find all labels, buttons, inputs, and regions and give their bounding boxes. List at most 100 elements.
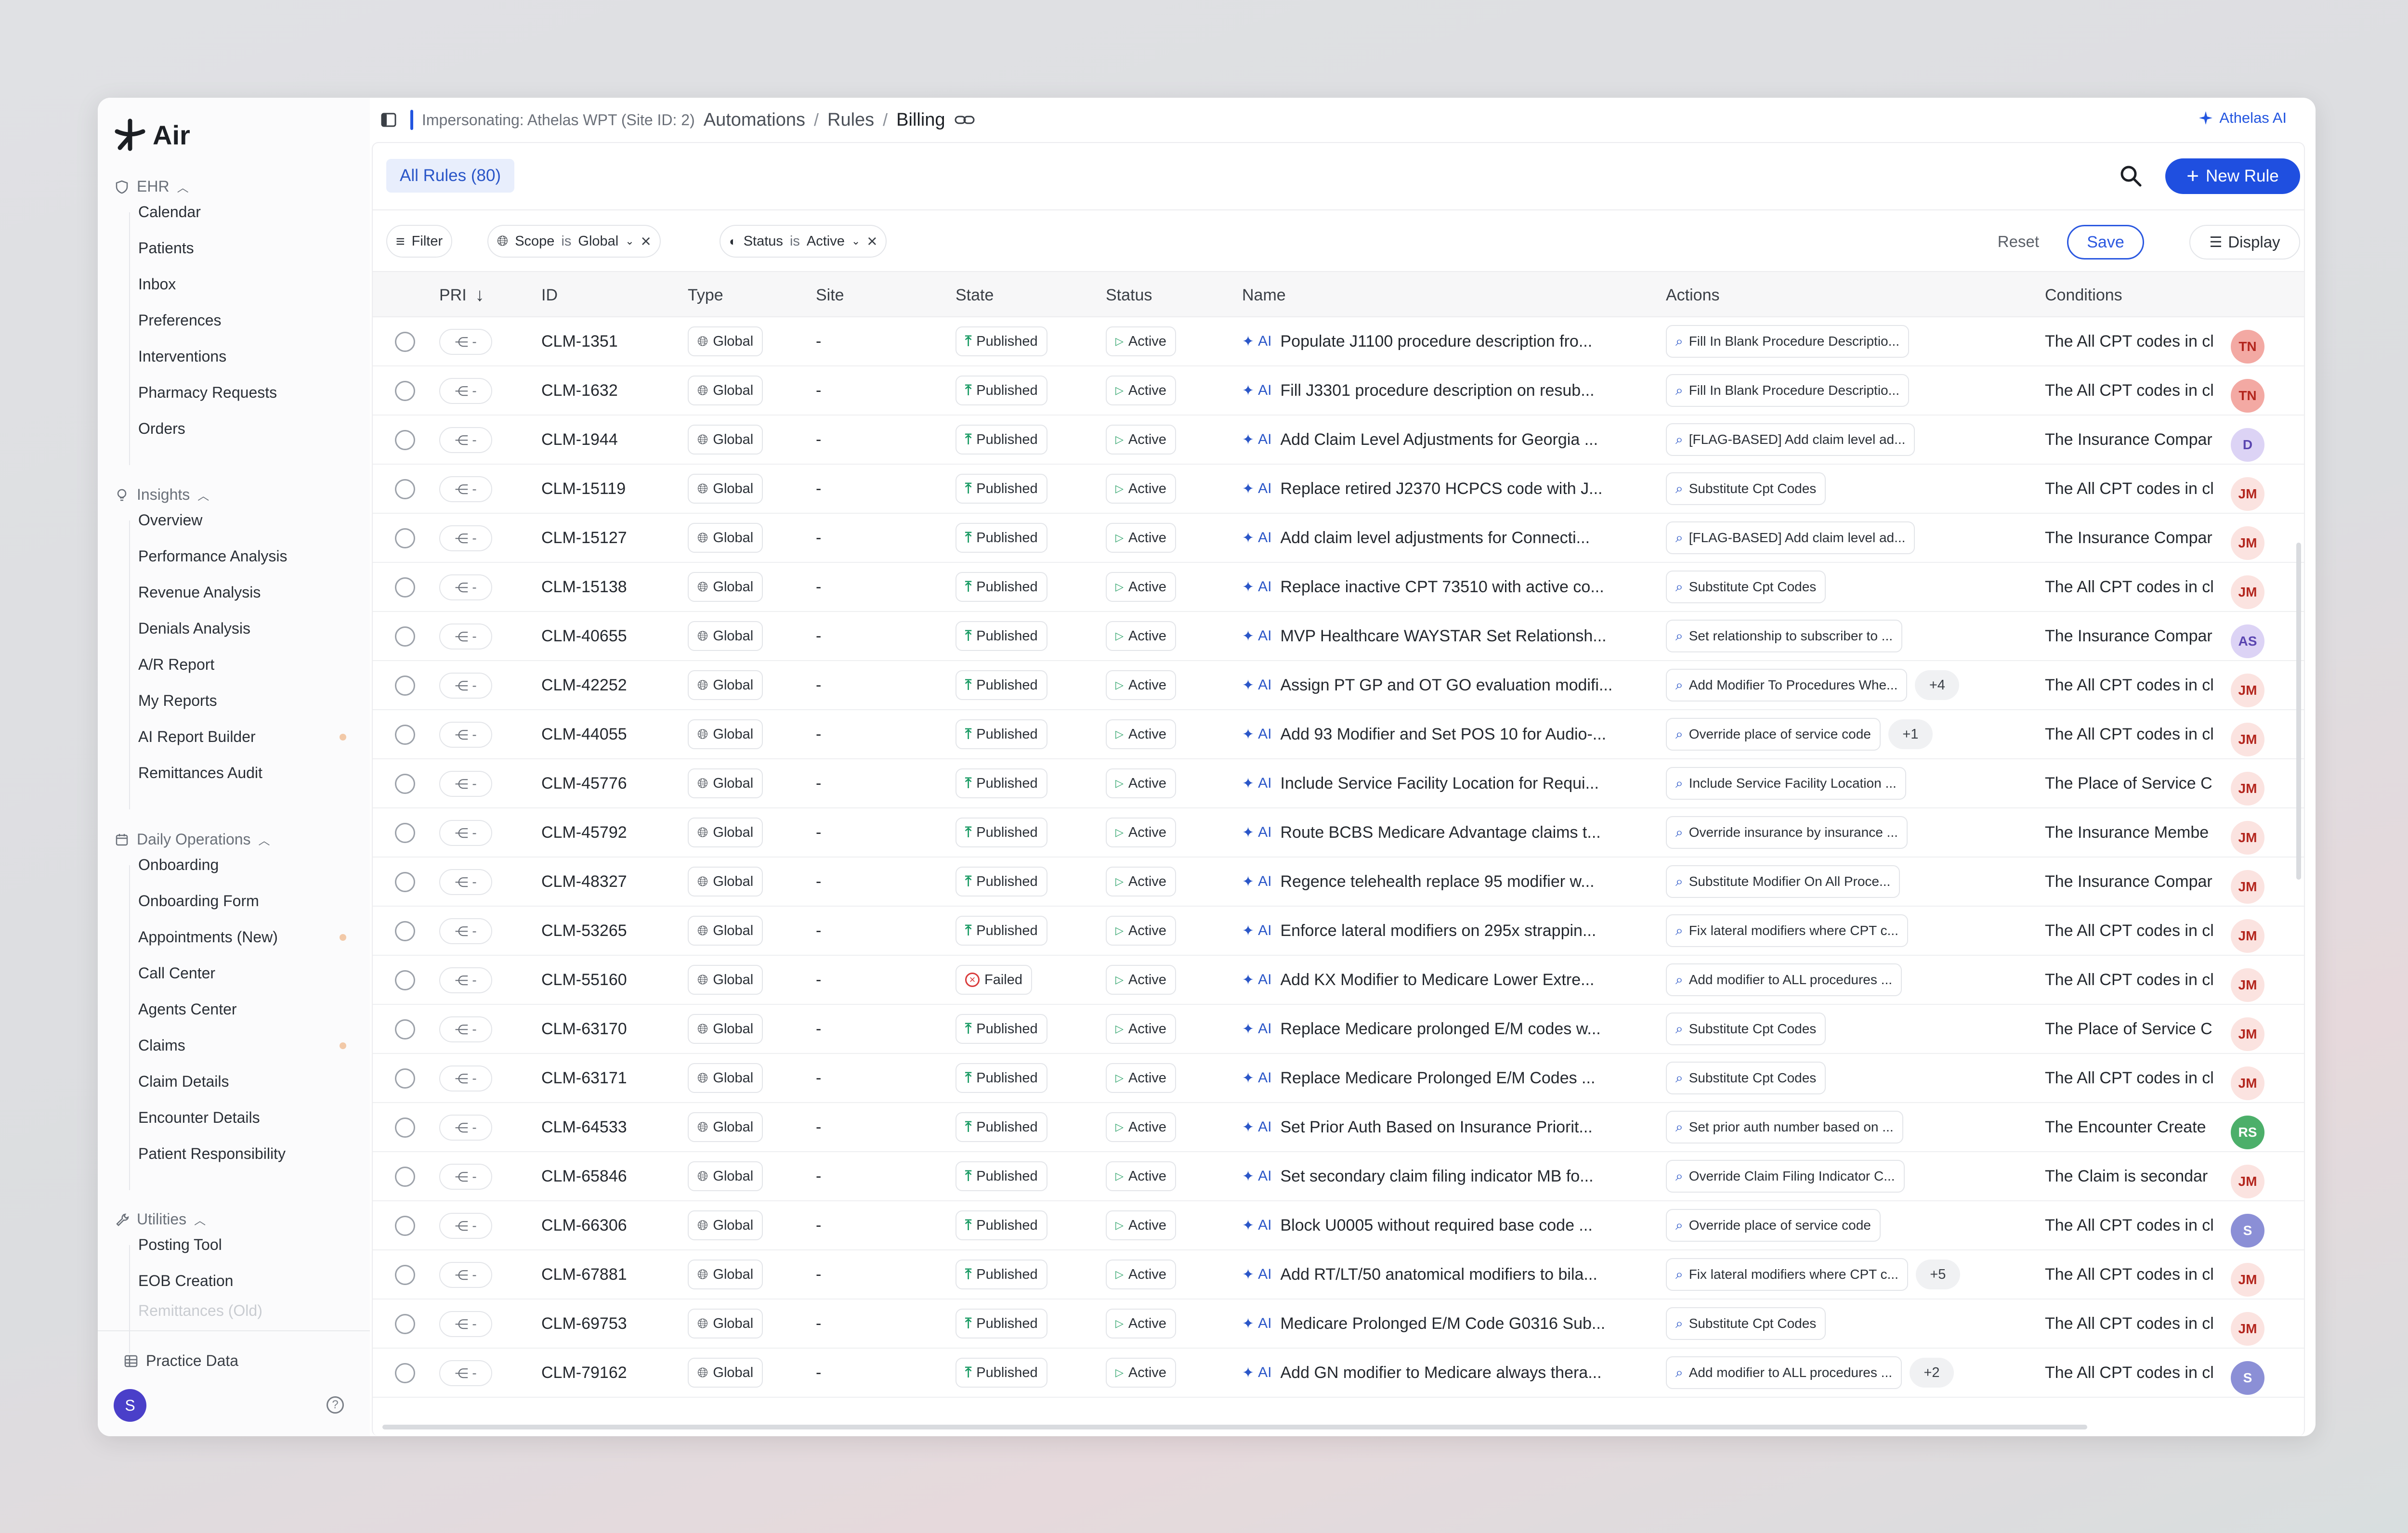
row-select-radio[interactable]	[395, 1216, 415, 1236]
owner-avatar[interactable]: JM	[2231, 575, 2264, 609]
row-select-radio[interactable]	[395, 479, 415, 499]
table-row[interactable]: ⋲ - CLM-69753 🌐︎ Global - ⤒ Published ▷ Active ✦ AI…	[373, 1299, 2304, 1349]
new-rule-button[interactable]: + New Rule	[2165, 158, 2300, 194]
rule-id[interactable]: CLM-65846	[541, 1152, 627, 1200]
action-chip[interactable]: ⌕ Add Modifier To Procedures Whe...	[1666, 669, 1908, 702]
column-pri[interactable]: PRI ↓	[439, 272, 484, 318]
row-select-radio[interactable]	[395, 970, 415, 990]
help-icon[interactable]: ?	[327, 1396, 344, 1414]
rule-name-cell[interactable]: ✦ AI Medicare Prolonged E/M Code G0316 Sub…	[1242, 1299, 1647, 1348]
rule-name-cell[interactable]: ✦ AI Replace Medicare prolonged E/M codes …	[1242, 1005, 1647, 1053]
priority-badge[interactable]: ⋲ -	[439, 525, 492, 551]
sidebar-section-ehr[interactable]: EHR ︿	[115, 178, 189, 195]
row-select-radio[interactable]	[395, 1314, 415, 1334]
rule-name-cell[interactable]: ✦ AI Add KX Modifier to Medicare Lower Ext…	[1242, 956, 1647, 1004]
sidebar-item-onboarding[interactable]: Onboarding	[138, 849, 355, 881]
owner-avatar[interactable]: TN	[2231, 379, 2264, 413]
rule-name-cell[interactable]: ✦ AI Add claim level adjustments for Conne…	[1242, 514, 1647, 562]
owner-avatar[interactable]: JM	[2231, 870, 2264, 904]
action-chip[interactable]: ⌕ Add modifier to ALL procedures ...	[1666, 1356, 1902, 1389]
priority-badge[interactable]: ⋲ -	[439, 1213, 492, 1239]
table-row[interactable]: ⋲ - CLM-40655 🌐︎ Global - ⤒ Published ▷ Active ✦ AI…	[373, 612, 2304, 661]
column-status[interactable]: Status	[1106, 272, 1152, 318]
action-chip[interactable]: ⌕ Override place of service code	[1666, 1209, 1881, 1242]
action-chip[interactable]: ⌕ Fix lateral modifiers where CPT c...	[1666, 1258, 1908, 1291]
table-row[interactable]: ⋲ - CLM-15119 🌐︎ Global - ⤒ Published ▷ Active ✦ AI…	[373, 465, 2304, 514]
action-chip[interactable]: ⌕ Include Service Facility Location ...	[1666, 767, 1906, 800]
priority-badge[interactable]: ⋲ -	[439, 869, 492, 895]
row-select-radio[interactable]	[395, 381, 415, 401]
rule-id[interactable]: CLM-1632	[541, 366, 618, 415]
action-chip[interactable]: ⌕ Substitute Modifier On All Proce...	[1666, 865, 1900, 898]
priority-badge[interactable]: ⋲ -	[439, 1311, 492, 1337]
save-button[interactable]: Save	[2067, 225, 2144, 260]
more-actions-badge[interactable]: +4	[1915, 670, 1960, 700]
rule-name-cell[interactable]: ✦ AI Regence telehealth replace 95 modifie…	[1242, 857, 1647, 906]
rule-name-cell[interactable]: ✦ AI Replace retired J2370 HCPCS code with…	[1242, 465, 1647, 513]
rule-name-cell[interactable]: ✦ AI Assign PT GP and OT GO evaluation mod…	[1242, 661, 1647, 709]
rule-id[interactable]: CLM-15127	[541, 514, 627, 562]
priority-badge[interactable]: ⋲ -	[439, 1164, 492, 1190]
rule-name-cell[interactable]: ✦ AI Add GN modifier to Medicare always th…	[1242, 1349, 1647, 1397]
action-chip[interactable]: ⌕ Substitute Cpt Codes	[1666, 1062, 1826, 1094]
rule-id[interactable]: CLM-64533	[541, 1103, 627, 1151]
owner-avatar[interactable]: JM	[2231, 1165, 2264, 1198]
sidebar-item-revenue-analysis[interactable]: Revenue Analysis	[138, 576, 355, 608]
owner-avatar[interactable]: TN	[2231, 330, 2264, 364]
row-select-radio[interactable]	[395, 528, 415, 548]
sidebar-item-onboarding-form[interactable]: Onboarding Form	[138, 885, 355, 917]
more-actions-badge[interactable]: +2	[1910, 1358, 1954, 1388]
rule-name-cell[interactable]: ✦ AI Route BCBS Medicare Advantage claims …	[1242, 808, 1647, 857]
rule-id[interactable]: CLM-15119	[541, 465, 626, 513]
table-row[interactable]: ⋲ - CLM-79162 🌐︎ Global - ⤒ Published ▷ Active ✦ AI…	[373, 1349, 2304, 1398]
status-value[interactable]: Active	[807, 234, 845, 249]
sidebar-item-pharmacy-requests[interactable]: Pharmacy Requests	[138, 377, 355, 408]
priority-badge[interactable]: ⋲ -	[439, 722, 492, 748]
sidebar-section-daily-operations[interactable]: Daily Operations ︿	[115, 831, 270, 848]
priority-badge[interactable]: ⋲ -	[439, 771, 492, 797]
scope-value[interactable]: Global	[578, 234, 618, 249]
sidebar-item-claim-details[interactable]: Claim Details	[138, 1065, 355, 1097]
sidebar-item-calendar[interactable]: Calendar	[138, 196, 355, 228]
display-button[interactable]: ☰ Display	[2189, 225, 2300, 260]
owner-avatar[interactable]: JM	[2231, 1017, 2264, 1051]
link-icon[interactable]	[954, 113, 975, 127]
owner-avatar[interactable]: RS	[2231, 1116, 2264, 1149]
rule-id[interactable]: CLM-53265	[541, 907, 627, 955]
priority-badge[interactable]: ⋲ -	[439, 1065, 492, 1091]
owner-avatar[interactable]: JM	[2231, 526, 2264, 560]
row-select-radio[interactable]	[395, 1019, 415, 1039]
sidebar-item-call-center[interactable]: Call Center	[138, 957, 355, 989]
rule-id[interactable]: CLM-44055	[541, 710, 627, 758]
column-state[interactable]: State	[955, 272, 994, 318]
action-chip[interactable]: ⌕ Override place of service code	[1666, 718, 1881, 751]
sidebar-item-eob-creation[interactable]: EOB Creation	[138, 1265, 355, 1297]
rule-id[interactable]: CLM-1351	[541, 317, 618, 365]
table-row[interactable]: ⋲ - CLM-67881 🌐︎ Global - ⤒ Published ▷ Active ✦ AI…	[373, 1250, 2304, 1299]
owner-avatar[interactable]: JM	[2231, 477, 2264, 511]
row-select-radio[interactable]	[395, 872, 415, 892]
column-type[interactable]: Type	[688, 272, 723, 318]
rule-id[interactable]: CLM-63170	[541, 1005, 627, 1053]
rule-name-cell[interactable]: ✦ AI MVP Healthcare WAYSTAR Set Relationsh…	[1242, 612, 1647, 660]
priority-badge[interactable]: ⋲ -	[439, 329, 492, 355]
action-chip[interactable]: ⌕ Substitute Cpt Codes	[1666, 472, 1826, 505]
action-chip[interactable]: ⌕ Fix lateral modifiers where CPT c...	[1666, 914, 1908, 947]
rule-id[interactable]: CLM-63171	[541, 1054, 627, 1102]
scope-filter-chip[interactable]: 🌐︎ Scope is Global ⌄ ×	[487, 225, 661, 258]
row-select-radio[interactable]	[395, 332, 415, 352]
row-select-radio[interactable]	[395, 577, 415, 598]
table-row[interactable]: ⋲ - CLM-65846 🌐︎ Global - ⤒ Published ▷ Active ✦ AI…	[373, 1152, 2304, 1201]
sidebar-item-encounter-details[interactable]: Encounter Details	[138, 1102, 355, 1133]
column-name[interactable]: Name	[1242, 272, 1286, 318]
rule-id[interactable]: CLM-1944	[541, 416, 618, 464]
rule-id[interactable]: CLM-45776	[541, 759, 627, 807]
action-chip[interactable]: ⌕ Fill In Blank Procedure Descriptio...	[1666, 374, 1909, 407]
athelas-ai-button[interactable]: Athelas AI	[2198, 109, 2287, 127]
sidebar-section-insights[interactable]: Insights ︿	[115, 486, 209, 504]
rule-name-cell[interactable]: ✦ AI Add RT/LT/50 anatomical modifiers to …	[1242, 1250, 1647, 1299]
table-row[interactable]: ⋲ - CLM-42252 🌐︎ Global - ⤒ Published ▷ Active ✦ AI…	[373, 661, 2304, 710]
logo[interactable]: Air	[113, 118, 190, 152]
owner-avatar[interactable]: JM	[2231, 772, 2264, 805]
rule-name-cell[interactable]: ✦ AI Enforce lateral modifiers on 295x str…	[1242, 907, 1647, 955]
